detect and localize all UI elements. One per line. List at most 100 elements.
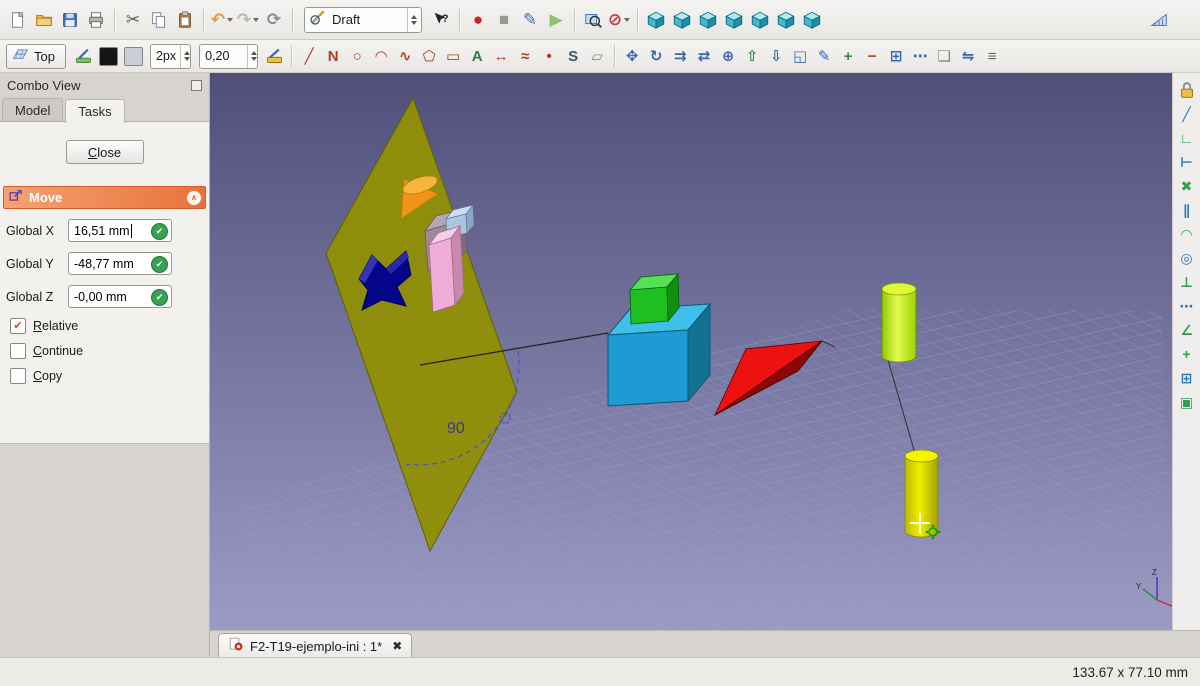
whats-this-icon[interactable]: ? xyxy=(428,7,454,33)
draft-layers-icon[interactable]: ≡ xyxy=(980,44,1004,68)
snap-angle-icon[interactable]: ∠ xyxy=(1175,319,1199,341)
continue-checkbox[interactable]: ✔ xyxy=(10,343,26,359)
save-icon[interactable] xyxy=(57,7,83,33)
draft-polygon-icon[interactable]: ⬠ xyxy=(417,44,441,68)
copy-checkbox[interactable]: ✔ xyxy=(10,368,26,384)
global-z-input[interactable]: -0,00 mm ✔ xyxy=(68,285,172,308)
view-top-icon[interactable] xyxy=(695,7,721,33)
relative-label: Relative xyxy=(33,319,79,333)
draft-remove-point-icon[interactable]: − xyxy=(860,44,884,68)
draft-clone-icon[interactable]: ❏ xyxy=(932,44,956,68)
paste-icon[interactable] xyxy=(172,7,198,33)
print-icon[interactable] xyxy=(83,7,109,33)
snap-grid-icon[interactable]: ⊞ xyxy=(1175,367,1199,389)
view-isometric-icon[interactable] xyxy=(643,7,669,33)
snap-ortho-icon[interactable]: ⊥ xyxy=(1175,271,1199,293)
close-document-icon[interactable]: ✖ xyxy=(392,639,402,653)
line-width-spinbox[interactable]: 2px xyxy=(149,43,192,69)
refresh-icon[interactable]: ⟳ xyxy=(261,7,287,33)
view-front-icon[interactable] xyxy=(669,7,695,33)
workbench-selector[interactable]: Draft xyxy=(304,6,422,33)
working-plane-button[interactable]: Top xyxy=(6,43,66,69)
macro-play-icon[interactable]: ▶ xyxy=(543,7,569,33)
view-bottom-icon[interactable] xyxy=(773,7,799,33)
apply-style-icon[interactable] xyxy=(262,44,286,68)
draft-shapestring-icon[interactable]: S xyxy=(561,44,585,68)
text-scale-spinner[interactable] xyxy=(247,44,258,68)
open-file-icon[interactable] xyxy=(31,7,57,33)
pink-box-object[interactable] xyxy=(427,224,465,313)
close-task-button[interactable]: Close xyxy=(65,140,144,164)
draw-style-icon[interactable]: ⊘ xyxy=(606,7,632,33)
view-left-icon[interactable] xyxy=(799,7,825,33)
copy-icon[interactable] xyxy=(146,7,172,33)
draft-upgrade-icon[interactable]: ⇧ xyxy=(740,44,764,68)
draft-rotate-icon[interactable]: ↻ xyxy=(644,44,668,68)
draft-line-icon[interactable]: ╱ xyxy=(297,44,321,68)
cut-icon[interactable]: ✂ xyxy=(120,7,146,33)
workbench-selector-spinner[interactable] xyxy=(407,7,417,32)
global-y-input[interactable]: -48,77 mm ✔ xyxy=(68,252,172,275)
move-task-header[interactable]: Move ∧ xyxy=(3,186,206,209)
draft-rectangle-icon[interactable]: ▭ xyxy=(441,44,465,68)
snap-working-plane-icon[interactable]: ▣ xyxy=(1175,391,1199,413)
snap-parallel-icon[interactable]: ∥ xyxy=(1175,199,1199,221)
set-style-icon[interactable] xyxy=(72,44,96,68)
view-right-icon[interactable] xyxy=(721,7,747,33)
draft-mirror-icon[interactable]: ⇋ xyxy=(956,44,980,68)
tab-tasks[interactable]: Tasks xyxy=(65,99,125,123)
snap-lock-icon[interactable] xyxy=(1175,79,1199,101)
draft-text-icon[interactable]: A xyxy=(465,44,489,68)
macro-record-icon[interactable]: ● xyxy=(465,7,491,33)
draft-arc-icon[interactable]: ◠ xyxy=(369,44,393,68)
draft-path-array-icon[interactable]: ⋯ xyxy=(908,44,932,68)
undo-icon[interactable]: ↶ xyxy=(209,7,235,33)
draft-dimension-icon[interactable]: ↔ xyxy=(489,44,513,68)
snap-endpoint-icon[interactable]: ∟ xyxy=(1175,127,1199,149)
snap-special-icon[interactable]: ⋯ xyxy=(1175,295,1199,317)
draft-trimex-icon[interactable]: ⇄ xyxy=(692,44,716,68)
draft-circle-icon[interactable]: ○ xyxy=(345,44,369,68)
new-file-icon[interactable] xyxy=(5,7,31,33)
draft-spline-icon[interactable]: ∿ xyxy=(393,44,417,68)
green-cylinder-object[interactable] xyxy=(881,282,917,363)
redo-icon[interactable]: ↷ xyxy=(235,7,261,33)
draft-add-point-icon[interactable]: + xyxy=(836,44,860,68)
draft-facebinder-icon[interactable]: ▱ xyxy=(585,44,609,68)
macro-stop-icon[interactable]: ■ xyxy=(491,7,517,33)
snap-midpoint-icon[interactable]: ⊢ xyxy=(1175,151,1199,173)
line-width-spinner[interactable] xyxy=(180,44,191,68)
draft-offset-icon[interactable]: ⇉ xyxy=(668,44,692,68)
snap-arc-icon[interactable]: ◠ xyxy=(1175,223,1199,245)
view-rear-icon[interactable] xyxy=(747,7,773,33)
face-color-swatch[interactable] xyxy=(123,46,143,66)
draft-move-icon[interactable]: ✥ xyxy=(620,44,644,68)
document-tab[interactable]: F2-T19-ejemplo-ini : 1* ✖ xyxy=(218,633,413,658)
draft-downgrade-icon[interactable]: ⇩ xyxy=(764,44,788,68)
yellow-cylinder-object[interactable] xyxy=(904,449,939,538)
draft-join-icon[interactable]: ⊕ xyxy=(716,44,740,68)
snap-center-icon[interactable]: ◎ xyxy=(1175,247,1199,269)
draft-scale-icon[interactable]: ◱ xyxy=(788,44,812,68)
measure-distance-icon[interactable] xyxy=(1146,7,1172,33)
float-panel-icon[interactable] xyxy=(191,80,202,91)
3d-viewport[interactable]: 90 Z Y xyxy=(210,73,1172,630)
global-x-input[interactable]: 16,51 mm ✔ xyxy=(68,219,172,242)
working-plane-icon xyxy=(12,46,29,66)
line-color-swatch[interactable] xyxy=(98,46,118,66)
relative-checkbox[interactable]: ✔ xyxy=(10,318,26,334)
green-cube-object[interactable] xyxy=(629,272,680,325)
draft-polyline-icon[interactable]: N xyxy=(321,44,345,68)
draft-bspline-icon[interactable]: ≈ xyxy=(513,44,537,68)
snap-intersection-icon[interactable]: ✖ xyxy=(1175,175,1199,197)
snap-near-icon[interactable]: ╱ xyxy=(1175,103,1199,125)
tab-model[interactable]: Model xyxy=(2,98,64,121)
macro-edit-icon[interactable]: ✎ xyxy=(517,7,543,33)
draft-array-icon[interactable]: ⊞ xyxy=(884,44,908,68)
snap-add-icon[interactable]: + xyxy=(1175,343,1199,365)
text-scale-spinbox[interactable]: 0,20 xyxy=(199,43,259,69)
draft-edit-icon[interactable]: ✎ xyxy=(812,44,836,68)
draft-point-icon[interactable]: • xyxy=(537,44,561,68)
zoom-fit-icon[interactable] xyxy=(580,7,606,33)
collapse-task-icon[interactable]: ∧ xyxy=(187,190,201,205)
